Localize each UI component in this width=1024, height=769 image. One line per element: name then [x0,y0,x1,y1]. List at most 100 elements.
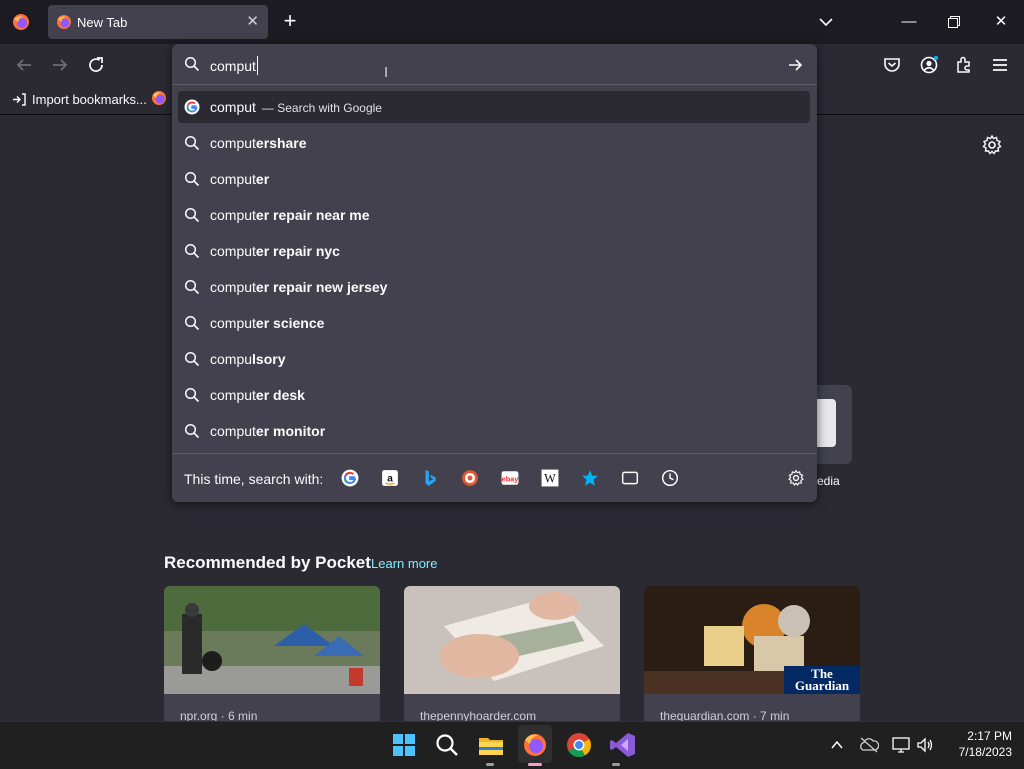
suggestion-completion: er desk [255,387,305,403]
suggestion-typed: comput [210,315,256,331]
taskbar: 2:17 PM 7/18/2023 [0,721,1024,769]
clock-time[interactable]: 2:17 PM [940,729,1012,743]
firefox-taskbar-icon[interactable] [520,730,550,760]
pocket-card-image [164,586,380,694]
new-tab-button[interactable]: + [278,9,302,33]
suggestion-typed: compu [210,351,253,367]
gear-icon[interactable] [981,134,1003,156]
suggestion-row[interactable]: compulsory [178,343,810,375]
visual-studio-icon[interactable] [608,730,638,760]
restore-icon[interactable] [948,16,960,28]
tab-new-tab[interactable]: New Tab ✕ [48,5,268,39]
guardian-logo: The Guardian [794,666,850,693]
urlbar-popup: comput I comput — Search with Google compu… [172,44,817,502]
pocket-card[interactable]: The Guardian theguardian.com · 7 min [644,586,860,726]
reload-icon[interactable] [84,53,108,77]
suggestion-text: comput — Search with Google [210,99,382,115]
search-settings-gear-icon[interactable] [787,469,805,487]
minimize-icon[interactable]: — [897,10,921,34]
search-icon [184,351,200,367]
suggestion-row[interactable]: computer repair near me [178,199,810,231]
wikipedia-icon[interactable]: W [541,469,559,487]
suggestion-completion: er [255,171,270,187]
suggestion-completion: lsory [252,351,286,367]
volume-icon[interactable] [915,735,935,755]
suggestion-row[interactable]: computer repair new jersey [178,271,810,303]
search-icon [184,207,200,223]
close-window-icon[interactable]: ✕ [989,10,1013,34]
search-icon [184,315,200,331]
suggestion-row[interactable]: computer [178,163,810,195]
clock-date[interactable]: 7/18/2023 [940,745,1012,759]
taskbar-search-icon[interactable] [432,730,462,760]
suggestion-typed: comput [210,207,256,223]
search-icon [184,56,200,72]
duckduckgo-icon[interactable] [461,469,479,487]
windows-start-icon[interactable] [389,730,419,760]
search-icon [184,279,200,295]
suggestion-completion: er repair near me [255,207,370,223]
ibeam-cursor-icon: I [384,64,389,81]
suggestion-completion: er science [255,315,325,331]
close-tab-icon[interactable]: ✕ [246,12,259,30]
onedrive-icon[interactable] [859,736,879,754]
title-bar: New Tab ✕ + — ✕ [0,0,1024,44]
go-arrow-icon[interactable] [786,56,804,74]
suggestion-typed: comput [210,387,256,403]
amazon-icon[interactable]: a [381,469,399,487]
suggestion-text: computer monitor [210,423,325,439]
suggestion-typed: comput [210,171,256,187]
suggestion-row[interactable]: computer desk [178,379,810,411]
divider [172,453,817,454]
suggestion-completion: er repair nyc [255,243,340,259]
suggestion-typed: comput [210,423,256,439]
suggestion-row[interactable]: computershare [178,127,810,159]
file-explorer-icon[interactable] [476,730,506,760]
suggestion-text: computer repair nyc [210,243,340,259]
urlbar-input[interactable]: comput [210,58,256,74]
firefox-bookmark-icon[interactable] [151,90,167,106]
firefox-menu-icon[interactable] [12,13,30,31]
network-icon[interactable] [891,735,911,755]
bing-icon[interactable] [421,469,439,487]
pocket-card[interactable]: thepennyhoarder.com [404,586,620,726]
chrome-icon[interactable] [564,730,594,760]
pocket-card[interactable]: npr.org · 6 min [164,586,380,726]
bookmarks-star-icon[interactable] [581,469,599,487]
suggestion-typed: comput [210,243,256,259]
suggestion-completion: er monitor [255,423,326,439]
text-caret [257,56,258,75]
suggestion-row[interactable]: computer science [178,307,810,339]
tabs-icon[interactable] [621,469,639,487]
list-all-tabs-chevron-icon[interactable] [818,14,834,30]
google-icon[interactable] [341,469,359,487]
suggestion-text: compulsory [210,351,286,367]
back-arrow-icon[interactable] [12,53,36,77]
history-icon[interactable] [661,469,679,487]
suggestion-row[interactable]: computer repair nyc [178,235,810,267]
chevron-up-icon[interactable] [829,737,845,753]
import-bookmarks-label: Import bookmarks... [32,92,147,107]
svg-text:a: a [387,473,393,484]
suggestion-text: computer repair new jersey [210,279,387,295]
pocket-icon[interactable] [880,53,904,77]
learn-more-link[interactable]: Learn more [371,556,437,571]
search-icon [184,171,200,187]
suggestion-action: — Search with Google [261,101,382,115]
running-indicator [612,763,620,766]
suggestion-row[interactable]: computer monitor [178,415,810,447]
suggestion-typed: comput [210,99,256,115]
running-indicator [486,763,494,766]
divider [172,84,817,85]
forward-arrow-icon[interactable] [48,53,72,77]
extensions-icon[interactable] [952,53,976,77]
svg-text:W: W [544,472,556,486]
suggestion-typed: comput [210,135,256,151]
google-icon [184,99,200,115]
ebay-icon[interactable]: ebay [501,469,519,487]
suggestion-text: computer desk [210,387,305,403]
account-icon[interactable] [917,53,941,77]
search-with-google-row[interactable]: comput — Search with Google [178,91,810,123]
hamburger-menu-icon[interactable] [988,53,1012,77]
top-site-label: edia [817,474,840,488]
